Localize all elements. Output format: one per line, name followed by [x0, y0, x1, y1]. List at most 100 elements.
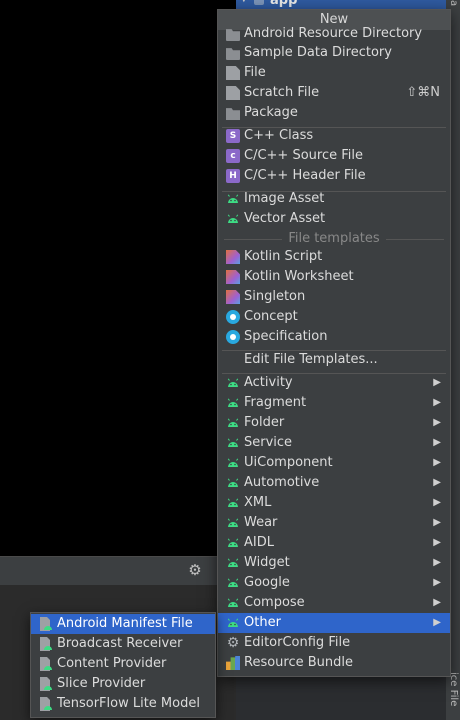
android-icon [226, 456, 240, 470]
menu-item-service[interactable]: Service ▶ [218, 433, 450, 453]
new-popup-menu: New Android Resource Directory Sample Dat… [217, 9, 451, 677]
shortcut-label: ⇧⌘N [406, 85, 440, 100]
menu-item-uicomponent[interactable]: UiComponent ▶ [218, 453, 450, 473]
menu-item-activity[interactable]: Activity ▶ [218, 373, 450, 393]
menu-item-compose[interactable]: Compose ▶ [218, 593, 450, 613]
menu-item-label: XML [244, 495, 272, 510]
menu-item-label: Android Resource Directory [244, 26, 423, 41]
concept-icon [226, 330, 240, 344]
android-manifest-icon [39, 697, 53, 711]
menu-item-fragment[interactable]: Fragment ▶ [218, 393, 450, 413]
module-icon [254, 0, 264, 5]
menu-item-label: Specification [244, 329, 328, 344]
menu-item-label: Kotlin Worksheet [244, 269, 354, 284]
menu-item-resource-bundle[interactable]: Resource Bundle [218, 653, 450, 673]
menu-item-vector-asset[interactable]: Vector Asset [218, 209, 450, 229]
menu-item-label: Folder [244, 415, 285, 430]
menu-item-label: Widget [244, 555, 290, 570]
gear-icon: ⚙ [226, 635, 240, 651]
kotlin-file-icon [226, 290, 240, 304]
menu-item-google[interactable]: Google ▶ [218, 573, 450, 593]
menu-item-wear[interactable]: Wear ▶ [218, 513, 450, 533]
folder-icon [226, 29, 240, 41]
submenu-item-broadcast-receiver[interactable]: Broadcast Receiver [31, 634, 215, 654]
scratch-file-icon [226, 86, 240, 100]
menu-item-automotive[interactable]: Automotive ▶ [218, 473, 450, 493]
menu-item-singleton[interactable]: Singleton [218, 287, 450, 307]
menu-item-kotlin-script[interactable]: Kotlin Script [218, 247, 450, 267]
tool-window-header: ⚙ [0, 556, 236, 585]
menu-item-widget[interactable]: Widget ▶ [218, 553, 450, 573]
menu-item-package[interactable]: Package [218, 103, 450, 123]
menu-item-c-class[interactable]: S C++ Class [218, 126, 450, 146]
submenu-item-content-provider[interactable]: Content Provider [31, 654, 215, 674]
gear-icon[interactable]: ⚙ [186, 561, 204, 579]
submenu-arrow-icon: ▶ [433, 617, 441, 628]
menu-item-edit-file-templates[interactable]: Edit File Templates... [218, 350, 450, 370]
android-icon [226, 536, 240, 550]
android-icon [226, 556, 240, 570]
submenu-item-slice-provider[interactable]: Slice Provider [31, 674, 215, 694]
menu-item-label: Concept [244, 309, 298, 324]
menu-item-label: Automotive [244, 475, 320, 490]
menu-item-file[interactable]: File [218, 63, 450, 83]
submenu-arrow-icon: ▶ [433, 417, 441, 428]
submenu-arrow-icon: ▶ [433, 397, 441, 408]
android-icon [226, 596, 240, 610]
folder-icon [226, 48, 240, 60]
menu-item-sample-data-directory[interactable]: Sample Data Directory [218, 43, 450, 63]
menu-item-other[interactable]: Other ▶ [218, 613, 450, 633]
file-templates-caption: File templates [218, 230, 450, 248]
submenu-item-tensorflow-lite-model[interactable]: TensorFlow Lite Model [31, 694, 215, 714]
android-icon [226, 416, 240, 430]
android-manifest-icon [39, 617, 53, 631]
submenu-item-android-manifest-file[interactable]: Android Manifest File [31, 614, 215, 634]
menu-item-label: Sample Data Directory [244, 45, 392, 60]
menu-item-label: Wear [244, 515, 278, 530]
submenu-arrow-icon: ▶ [433, 377, 441, 388]
android-icon [226, 516, 240, 530]
submenu-arrow-icon: ▶ [433, 577, 441, 588]
android-icon [226, 476, 240, 490]
resource-bundle-icon [226, 656, 240, 670]
android-icon [226, 576, 240, 590]
android-manifest-icon [39, 657, 53, 671]
submenu-arrow-icon: ▶ [433, 537, 441, 548]
menu-item-label: Package [244, 105, 298, 120]
submenu-arrow-icon: ▶ [433, 557, 441, 568]
cpp-source-icon: c [226, 149, 240, 163]
menu-item-label: Kotlin Script [244, 249, 323, 264]
submenu-item-label: TensorFlow Lite Model [57, 696, 200, 711]
side-tab-resource-file[interactable]: ice File [447, 672, 459, 706]
menu-item-scratch-file[interactable]: Scratch File ⇧⌘N [218, 83, 450, 103]
android-icon [226, 396, 240, 410]
menu-item-kotlin-worksheet[interactable]: Kotlin Worksheet [218, 267, 450, 287]
menu-item-editorconfig-file[interactable]: ⚙ EditorConfig File [218, 633, 450, 653]
submenu-item-label: Content Provider [57, 656, 167, 671]
kotlin-file-icon [226, 270, 240, 284]
submenu-arrow-icon: ▶ [433, 597, 441, 608]
menu-item-label: AIDL [244, 535, 274, 550]
menu-item-concept[interactable]: Concept [218, 307, 450, 327]
menu-item-android-resource-directory[interactable]: Android Resource Directory [218, 24, 450, 44]
menu-item-c-c-header-file[interactable]: H C/C++ Header File [218, 166, 450, 186]
menu-item-c-c-source-file[interactable]: c C/C++ Source File [218, 146, 450, 166]
kotlin-file-icon [226, 250, 240, 264]
menu-item-specification[interactable]: Specification [218, 327, 450, 347]
submenu-item-label: Android Manifest File [57, 616, 193, 631]
menu-item-label: Other [244, 615, 281, 630]
menu-item-aidl[interactable]: AIDL ▶ [218, 533, 450, 553]
submenu-arrow-icon: ▶ [433, 497, 441, 508]
menu-item-label: EditorConfig File [244, 635, 351, 650]
menu-item-folder[interactable]: Folder ▶ [218, 413, 450, 433]
android-manifest-icon [39, 637, 53, 651]
android-icon [226, 212, 240, 226]
submenu-arrow-icon: ▶ [433, 477, 441, 488]
project-tree-item-label: app [270, 0, 298, 8]
menu-item-xml[interactable]: XML ▶ [218, 493, 450, 513]
cpp-class-icon: S [226, 129, 240, 143]
menu-item-image-asset[interactable]: Image Asset [218, 189, 450, 209]
android-icon [226, 496, 240, 510]
side-tab-top[interactable]: a [447, 0, 459, 6]
menu-item-label: Edit File Templates... [244, 352, 378, 367]
